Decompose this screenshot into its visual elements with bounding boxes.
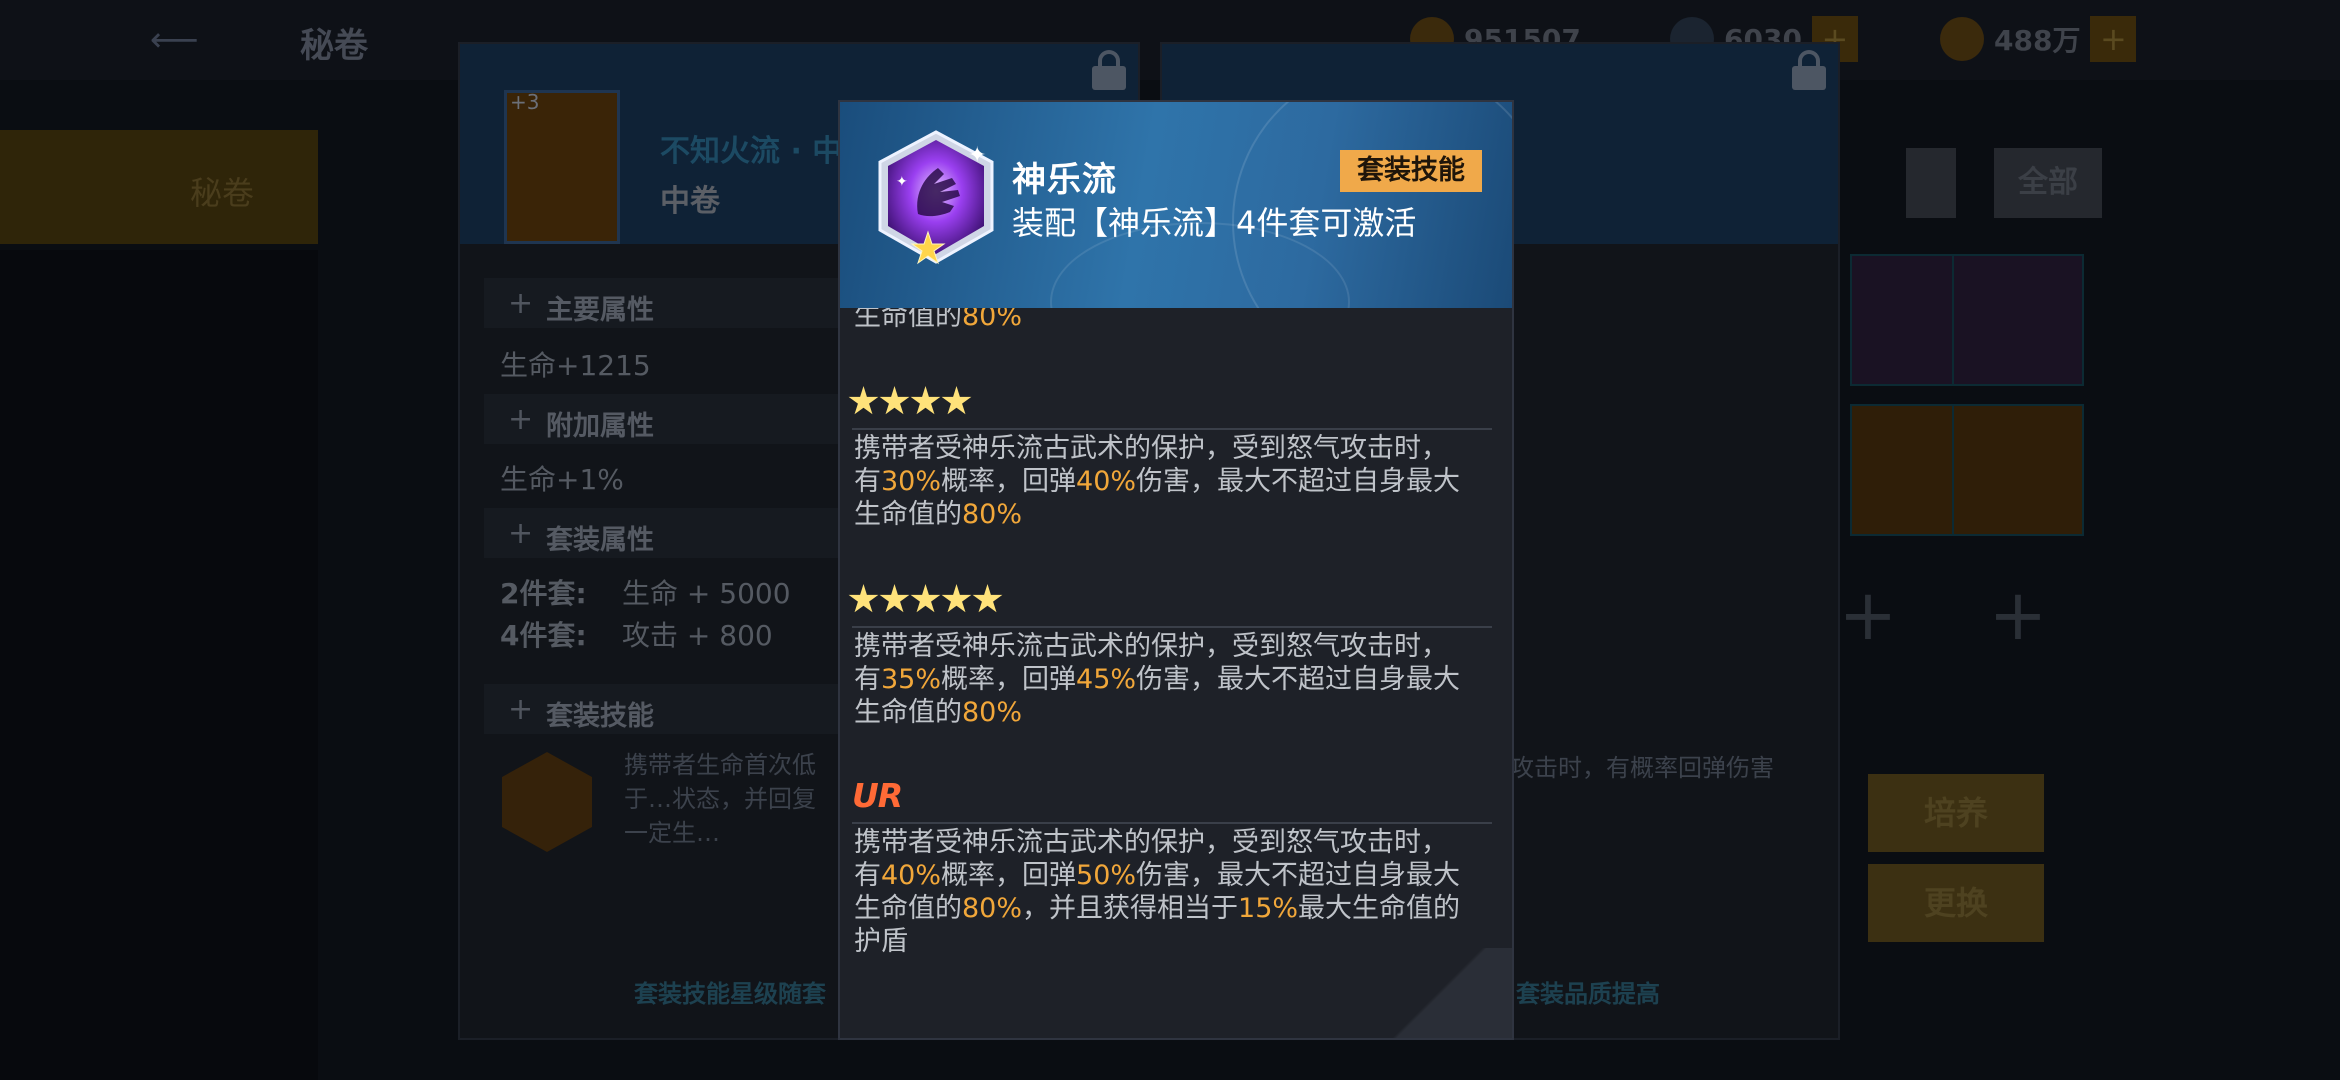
divider [852, 822, 1492, 824]
popup-header: ✦ ✦ 神乐流 装配【神乐流】4件套可激活 套装技能 [840, 102, 1512, 308]
tab-scrolls-label: 秘卷 [190, 174, 255, 212]
tier-5-stars [848, 584, 1003, 615]
set-skill-badge: 套装技能 [1340, 150, 1482, 192]
level-badge: +3 [510, 90, 540, 114]
plus-icon: + [508, 286, 534, 321]
star-icon [910, 584, 941, 613]
set-2-label: 2件套: [500, 577, 587, 610]
filter-all-button[interactable]: 全部 [1994, 148, 2102, 218]
corner-decoration [1372, 948, 1512, 1038]
empty-slot-plus-icon[interactable]: + [1988, 580, 2048, 650]
set-skill-desc: 携带者生命首次低于…状态，并回复一定生… [624, 751, 816, 847]
plus-icon: + [508, 516, 534, 551]
set-2-value: 生命 + 5000 [622, 577, 791, 610]
tier-4-stars [848, 386, 972, 417]
popup-subtitle: 装配【神乐流】4件套可激活 [1012, 204, 1417, 242]
plus-icon: + [508, 692, 534, 727]
star-icon [941, 584, 972, 613]
popup-scroll-content[interactable]: 生命值的80% 携带者受神乐流古武术的保护，受到怒气攻击时， 有30%概率，回弹… [840, 308, 1512, 1038]
lock-icon[interactable] [1092, 50, 1126, 90]
back-arrow-icon[interactable]: ⟵ [150, 22, 220, 58]
inventory-item[interactable] [1952, 254, 2084, 386]
tier-4-description: 携带者受神乐流古武术的保护，受到怒气攻击时， 有30%概率，回弹40%伤害，最大… [854, 433, 1461, 530]
left-panel [0, 250, 318, 1080]
set-skill-note: 套装技能星级随套 [634, 980, 826, 1008]
lock-icon[interactable] [1792, 50, 1826, 90]
star-icon [879, 386, 910, 415]
svg-text:✦: ✦ [896, 174, 908, 190]
star-icon [848, 584, 879, 613]
divider [852, 428, 1492, 430]
star-icon [910, 386, 941, 415]
page-title: 秘卷 [300, 26, 368, 66]
replace-button[interactable]: 更换 [1868, 864, 2044, 942]
set-4-label: 4件套: [500, 619, 587, 652]
filter-button[interactable] [1906, 148, 1956, 218]
star-icon [972, 584, 1003, 613]
plus-icon: + [508, 402, 534, 437]
divider [852, 626, 1492, 628]
tab-scrolls[interactable] [0, 130, 318, 244]
star-icon [879, 584, 910, 613]
scroll-name: 不知火流 · 中 [660, 134, 843, 169]
svg-text:✦: ✦ [968, 143, 986, 168]
extra-attr-value: 生命+1% [500, 463, 624, 496]
star-icon [848, 386, 879, 415]
compare-skill-note: 套装品质提高 [1516, 980, 1660, 1008]
partial-text-line: 生命值的80% [854, 308, 1023, 332]
set-skill-popup: ✦ ✦ 神乐流 装配【神乐流】4件套可激活 套装技能 生命值的80% 携带者受神… [838, 100, 1514, 1040]
skill-emblem-icon: ✦ ✦ [878, 130, 994, 265]
popup-title: 神乐流 [1012, 160, 1117, 200]
scroll-volume: 中卷 [660, 184, 720, 219]
star-icon [941, 386, 972, 415]
currency-coin: 488万 + [1940, 16, 2137, 62]
ur-rank-icon: UR [852, 776, 903, 815]
main-attr-value: 生命+1215 [500, 349, 651, 382]
compare-skill-desc: 攻击时，有概率回弹伤害 [1510, 754, 1774, 782]
add-coin-button[interactable]: + [2090, 16, 2137, 62]
cultivate-button[interactable]: 培养 [1868, 774, 2044, 852]
coin-icon [1940, 17, 1984, 61]
inventory-item[interactable] [1952, 404, 2084, 536]
tier-ur-description: 携带者受神乐流古武术的保护，受到怒气攻击时， 有40%概率，回弹50%伤害，最大… [854, 827, 1461, 957]
set-4-value: 攻击 + 800 [622, 619, 773, 652]
tier-5-description: 携带者受神乐流古武术的保护，受到怒气攻击时， 有35%概率，回弹45%伤害，最大… [854, 631, 1461, 728]
empty-slot-plus-icon[interactable]: + [1838, 580, 1898, 650]
